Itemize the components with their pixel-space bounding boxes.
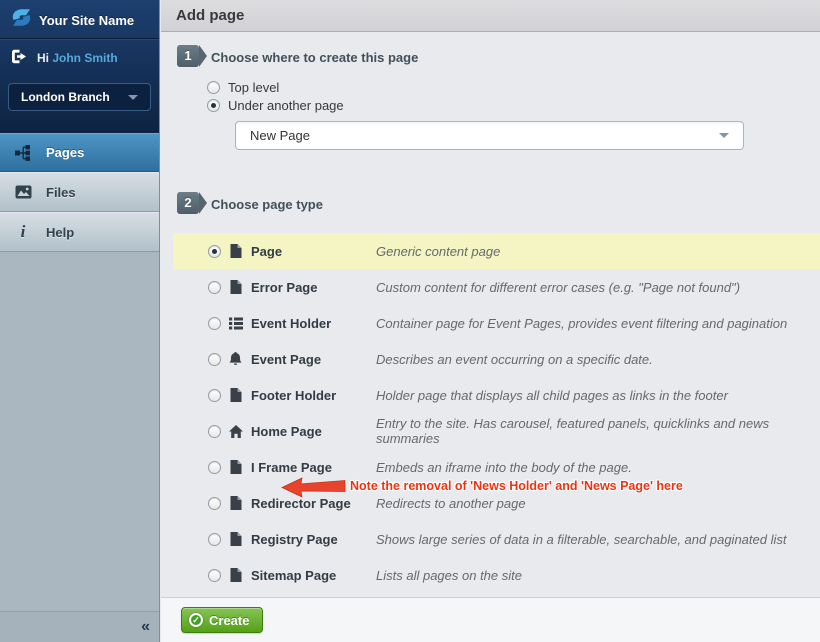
page-type-label: Registry Page xyxy=(251,532,338,547)
page-type-list: Page Generic content page Error Page Cus… xyxy=(161,233,820,593)
info-icon: i xyxy=(13,225,33,239)
sidebar-item-files[interactable]: Files xyxy=(0,172,159,212)
branch-selector-value: London Branch xyxy=(21,90,128,104)
page-icon xyxy=(228,280,243,294)
step-1-badge: 1 xyxy=(177,45,199,67)
page-type-description: Shows large series of data in a filterab… xyxy=(376,532,786,547)
page-type-description: Lists all pages on the site xyxy=(376,568,522,583)
logout-icon[interactable] xyxy=(11,49,28,67)
page-type-label: Home Page xyxy=(251,424,322,439)
page-type-radio[interactable] xyxy=(208,245,221,258)
page-type-row-footer-holder[interactable]: Footer Holder Holder page that displays … xyxy=(173,377,820,413)
main-header: Add page xyxy=(161,0,820,32)
sidebar-footer: « xyxy=(0,611,159,642)
step-2-title: Choose page type xyxy=(211,197,323,212)
sidebar-item-label: Files xyxy=(46,185,76,200)
sidebar-header: Your Site Name Hi John Smith London Bran… xyxy=(0,0,159,133)
page-type-label: Footer Holder xyxy=(251,388,336,403)
divider xyxy=(0,38,159,40)
page-type-description: Embeds an iframe into the body of the pa… xyxy=(376,460,632,475)
page-type-description: Custom content for different error cases… xyxy=(376,280,740,295)
page-type-row-page[interactable]: Page Generic content page xyxy=(173,233,820,269)
page-type-radio[interactable] xyxy=(208,425,221,438)
home-icon xyxy=(228,425,243,438)
collapse-panel-button[interactable]: « xyxy=(141,619,150,635)
page-type-description: Container page for Event Pages, provides… xyxy=(376,316,787,331)
sidebar-item-pages[interactable]: Pages xyxy=(0,133,159,172)
chevron-down-icon xyxy=(719,133,729,138)
location-radio[interactable] xyxy=(207,81,220,94)
page-type-row-error-page[interactable]: Error Page Custom content for different … xyxy=(173,269,820,305)
user-name-link[interactable]: John Smith xyxy=(52,51,117,65)
site-name: Your Site Name xyxy=(39,13,134,28)
page-type-radio[interactable] xyxy=(208,389,221,402)
page-title: Add page xyxy=(161,0,820,31)
page-type-description: Holder page that displays all child page… xyxy=(376,388,728,403)
page-type-radio[interactable] xyxy=(208,317,221,330)
annotation-text: Note the removal of 'News Holder' and 'N… xyxy=(350,479,683,493)
page-type-row-sitemap-page[interactable]: Sitemap Page Lists all pages on the site xyxy=(173,557,820,593)
site-tree-icon xyxy=(13,145,33,161)
page-type-row-home-page[interactable]: Home Page Entry to the site. Has carouse… xyxy=(173,413,820,449)
parent-location-options: Top level Under another page xyxy=(207,78,344,114)
page-type-description: Redirects to another page xyxy=(376,496,526,511)
greeting-prefix: Hi xyxy=(37,51,49,65)
page-type-radio[interactable] xyxy=(208,461,221,474)
sidebar-item-label: Help xyxy=(46,225,74,240)
location-option-top-level[interactable]: Top level xyxy=(207,78,344,96)
list-icon xyxy=(228,317,243,330)
chevron-down-icon xyxy=(128,95,138,100)
location-option-label: Top level xyxy=(228,80,279,95)
step-1-title: Choose where to create this page xyxy=(211,50,418,65)
sidebar-item-label: Pages xyxy=(46,145,84,160)
image-icon xyxy=(13,185,33,199)
page-type-row-event-page[interactable]: Event Page Describes an event occurring … xyxy=(173,341,820,377)
page-icon xyxy=(228,532,243,546)
page-type-row-event-holder[interactable]: Event Holder Container page for Event Pa… xyxy=(173,305,820,341)
main-panel: Add page 1 Choose where to create this p… xyxy=(161,0,820,642)
page-type-label: Error Page xyxy=(251,280,317,295)
sidebar-item-help[interactable]: i Help xyxy=(0,212,159,252)
page-type-label: Page xyxy=(251,244,282,259)
page-icon xyxy=(228,388,243,402)
page-icon xyxy=(228,244,243,258)
location-option-label: Under another page xyxy=(228,98,344,113)
create-button-label: Create xyxy=(209,613,249,628)
page-type-label: I Frame Page xyxy=(251,460,332,475)
sidebar-empty-area xyxy=(0,252,159,611)
location-option-under-another-page[interactable]: Under another page xyxy=(207,96,344,114)
page-icon xyxy=(228,568,243,582)
check-icon: ✓ xyxy=(189,613,203,627)
silverstripe-logo-icon xyxy=(10,7,33,33)
page-type-label: Event Holder xyxy=(251,316,331,331)
add-page-form: 1 Choose where to create this page Top l… xyxy=(161,33,820,597)
page-icon xyxy=(228,460,243,474)
page-type-label: Sitemap Page xyxy=(251,568,336,583)
page-type-radio[interactable] xyxy=(208,281,221,294)
annotation-arrow-icon xyxy=(281,476,347,503)
page-type-description: Entry to the site. Has carousel, feature… xyxy=(376,416,820,446)
bell-icon xyxy=(228,352,243,366)
page-type-description: Generic content page xyxy=(376,244,500,259)
step-2-badge: 2 xyxy=(177,192,199,214)
create-button[interactable]: ✓ Create xyxy=(181,607,263,633)
page-type-radio[interactable] xyxy=(208,569,221,582)
page-type-description: Describes an event occurring on a specif… xyxy=(376,352,653,367)
sidebar: Your Site Name Hi John Smith London Bran… xyxy=(0,0,160,642)
action-bar: ✓ Create xyxy=(161,597,820,642)
page-type-radio[interactable] xyxy=(208,353,221,366)
parent-page-dropdown[interactable]: New Page xyxy=(235,121,744,150)
page-type-radio[interactable] xyxy=(208,497,221,510)
location-radio[interactable] xyxy=(207,99,220,112)
page-type-radio[interactable] xyxy=(208,533,221,546)
page-type-label: Event Page xyxy=(251,352,321,367)
parent-page-dropdown-value: New Page xyxy=(250,128,719,143)
branch-selector[interactable]: London Branch xyxy=(8,83,151,111)
page-type-row-registry-page[interactable]: Registry Page Shows large series of data… xyxy=(173,521,820,557)
page-icon xyxy=(228,496,243,510)
